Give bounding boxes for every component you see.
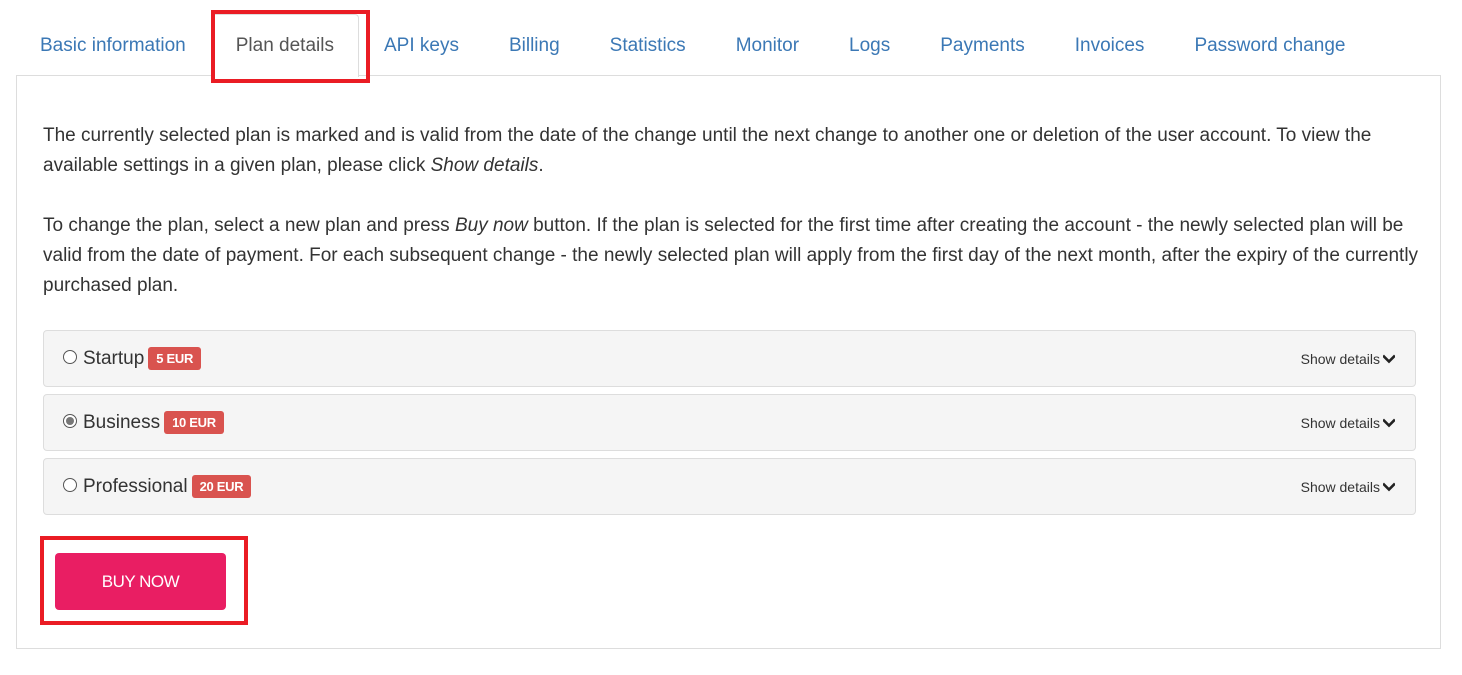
tab-basic-information[interactable]: Basic information xyxy=(16,14,211,76)
description-emphasis: Show details xyxy=(430,155,539,176)
description-text: To change the plan, select a new plan an… xyxy=(43,215,455,236)
plan-item-startup: Startup 5 EUR Show details xyxy=(43,330,1416,387)
description-paragraph-2: To change the plan, select a new plan an… xyxy=(43,211,1423,301)
tab-billing[interactable]: Billing xyxy=(484,14,585,76)
plan-radio-startup[interactable] xyxy=(63,349,77,364)
description-paragraph-1: The currently selected plan is marked an… xyxy=(43,121,1423,181)
plan-item-business: Business 10 EUR Show details xyxy=(43,394,1416,451)
buy-now-button[interactable]: BUY NOW xyxy=(55,553,226,610)
price-badge: 5 EUR xyxy=(148,347,202,370)
show-details-toggle-business[interactable]: Show details xyxy=(1301,415,1395,431)
tab-statistics[interactable]: Statistics xyxy=(585,14,711,76)
plan-list: Startup 5 EUR Show details Business 10 E… xyxy=(43,330,1416,522)
tab-payments[interactable]: Payments xyxy=(915,14,1049,76)
plan-item-professional: Professional 20 EUR Show details xyxy=(43,458,1416,515)
description-text: The currently selected plan is marked an… xyxy=(43,125,1372,176)
price-badge: 10 EUR xyxy=(164,411,224,434)
description-emphasis: Buy now xyxy=(454,215,528,236)
plan-name: Professional xyxy=(83,475,188,497)
plan-radio-business[interactable] xyxy=(63,413,77,428)
chevron-down-icon xyxy=(1383,482,1395,491)
show-details-toggle-startup[interactable]: Show details xyxy=(1301,351,1395,367)
tab-password-change[interactable]: Password change xyxy=(1169,14,1370,76)
show-details-label: Show details xyxy=(1300,414,1380,431)
plan-description: The currently selected plan is marked an… xyxy=(43,121,1423,331)
plan-name: Business xyxy=(83,411,161,433)
chevron-down-icon xyxy=(1383,418,1395,427)
tab-bar: Basic information Plan details API keys … xyxy=(16,14,1370,77)
chevron-down-icon xyxy=(1383,354,1395,363)
tab-plan-details[interactable]: Plan details xyxy=(210,14,359,77)
price-badge: 20 EUR xyxy=(191,475,252,498)
show-details-label: Show details xyxy=(1300,350,1380,367)
tab-api-keys[interactable]: API keys xyxy=(359,14,484,76)
plan-details-panel: The currently selected plan is marked an… xyxy=(16,75,1441,649)
tab-monitor[interactable]: Monitor xyxy=(711,14,824,76)
tab-invoices[interactable]: Invoices xyxy=(1050,14,1170,76)
plan-name: Startup xyxy=(83,347,145,369)
plan-radio-professional[interactable] xyxy=(63,477,77,492)
tab-logs[interactable]: Logs xyxy=(824,14,915,76)
show-details-toggle-professional[interactable]: Show details xyxy=(1301,479,1395,495)
description-text: . xyxy=(538,155,544,176)
show-details-label: Show details xyxy=(1300,478,1380,495)
